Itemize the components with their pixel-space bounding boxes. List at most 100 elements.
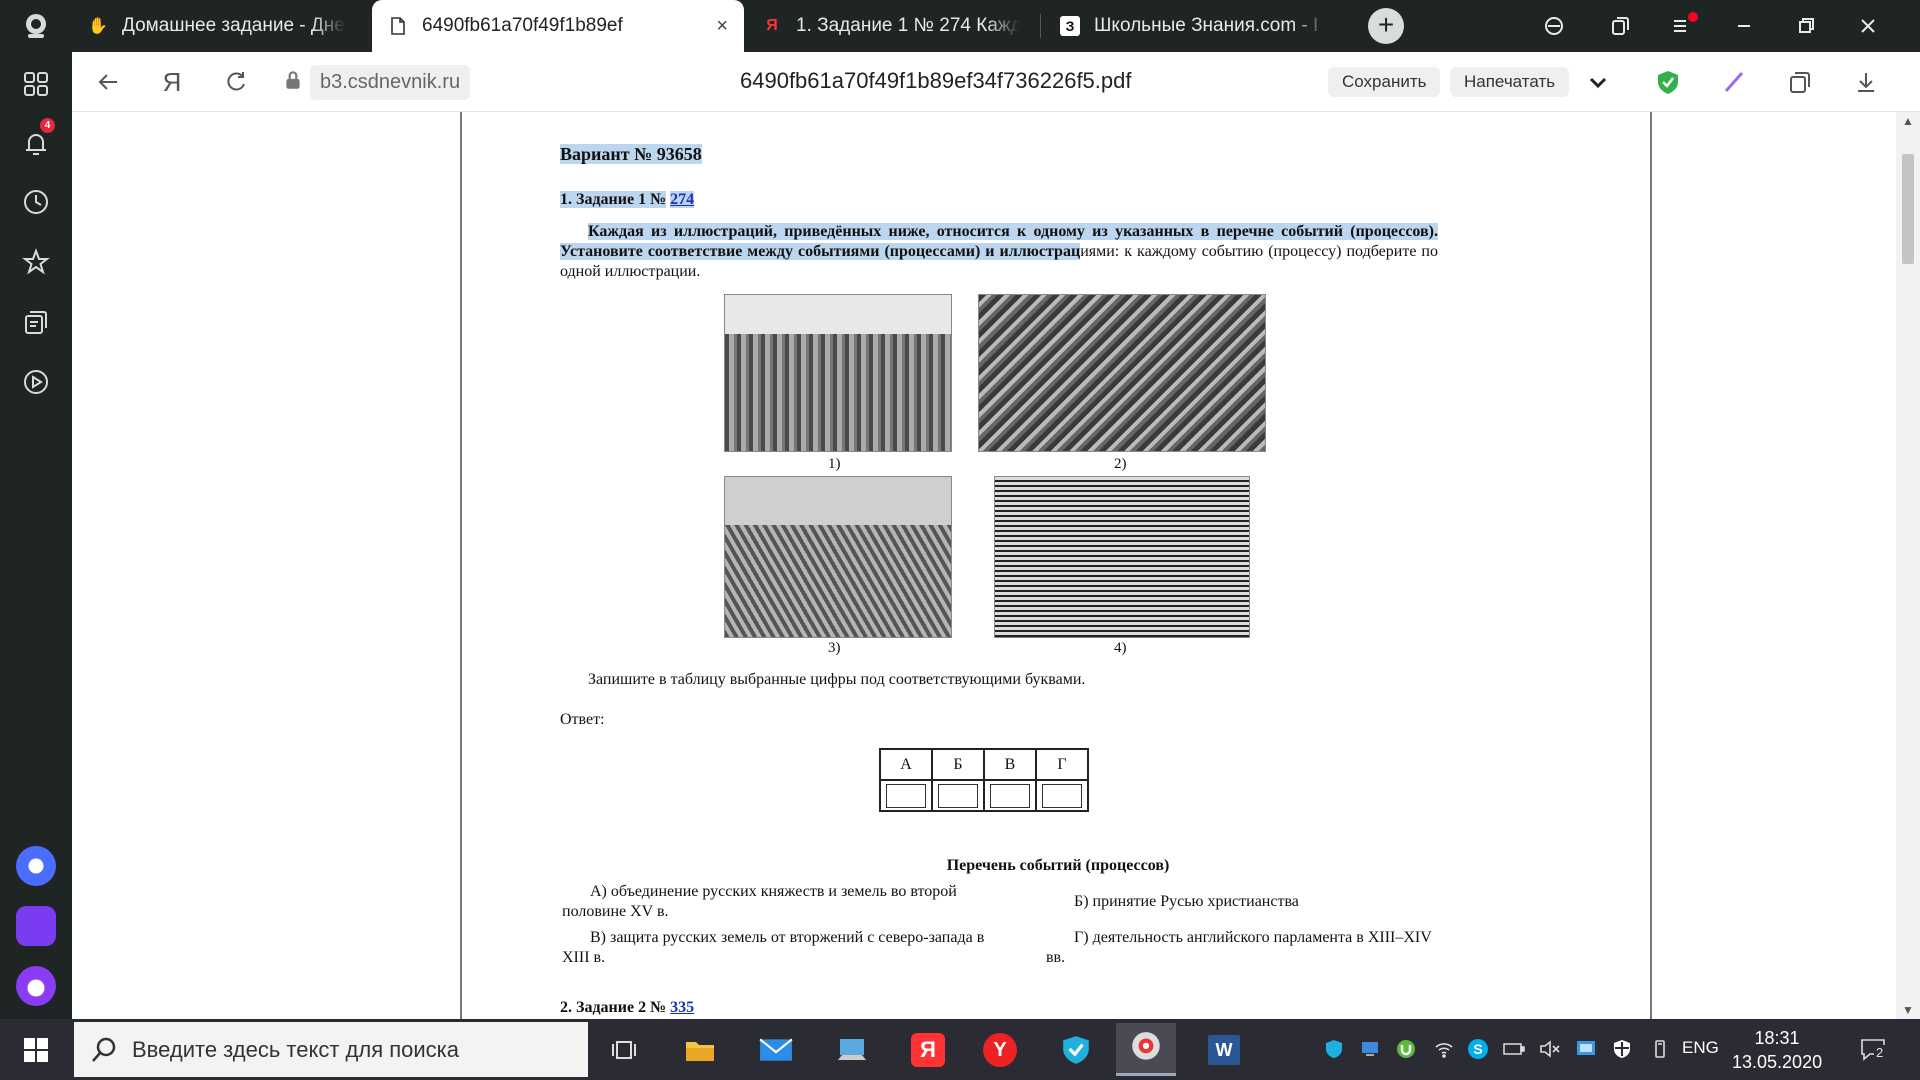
yandex-icon: Я	[766, 17, 778, 34]
address-bar[interactable]: b3.csdnevnik.ru	[282, 64, 471, 100]
tab-znania[interactable]: З Школьные Знания.com - I	[1044, 0, 1344, 52]
variant-title: Вариант № 93658	[560, 144, 702, 164]
yandex-browser-icon[interactable]: Я	[898, 1023, 958, 1076]
tab-dnevnik[interactable]: ✋ Домашнее задание - Дне	[72, 0, 362, 52]
alice-app-icon[interactable]	[16, 846, 56, 886]
answer-box[interactable]	[886, 783, 926, 808]
history-clock-icon[interactable]	[16, 182, 56, 222]
messenger-app-icon[interactable]	[16, 906, 56, 946]
protect-extension-icon[interactable]	[1534, 10, 1574, 42]
variant-title-text: Вариант № 93658	[560, 144, 702, 164]
protect-vpn-icon[interactable]	[1046, 1023, 1106, 1076]
start-button[interactable]	[0, 1019, 72, 1080]
close-window-button[interactable]	[1848, 10, 1888, 42]
scroll-down-arrow-icon[interactable]: ▼	[1902, 1003, 1914, 1017]
protect-shield-icon[interactable]	[1652, 66, 1684, 98]
download-icon[interactable]	[1850, 66, 1882, 98]
network-monitor-tray-icon[interactable]	[1358, 1037, 1382, 1061]
answer-box[interactable]	[990, 783, 1030, 808]
clock[interactable]: 18:31 13.05.2020	[1732, 1026, 1822, 1074]
url-text[interactable]: b3.csdnevnik.ru	[310, 64, 471, 100]
instruction-text: Запишите в таблицу выбранные цифры под с…	[588, 671, 1086, 688]
answer-header-b: Б	[931, 748, 985, 781]
tab-title: Школьные Знания.com - I	[1094, 15, 1319, 36]
pdf-document-title: 6490fb61a70f49f1b89ef34f736226f5.pdf	[740, 68, 1132, 93]
caption-3: 3)	[828, 640, 841, 656]
tab-switcher-icon[interactable]	[1600, 10, 1640, 42]
search-placeholder: Введите здесь текст для поиска	[132, 1036, 460, 1062]
notification-count-badge: 4	[40, 118, 55, 133]
yandex-browser-active-icon[interactable]	[1116, 1023, 1176, 1076]
browser-sidebar: 4	[0, 0, 72, 1019]
alice-assistant-icon[interactable]	[16, 966, 56, 1006]
task-view-icon[interactable]	[594, 1023, 654, 1076]
action-center-icon[interactable]: 2	[1856, 1037, 1892, 1061]
video-play-icon[interactable]	[16, 362, 56, 402]
answer-cell-g[interactable]	[1035, 779, 1089, 812]
action-center-count: 2	[1874, 1045, 1886, 1060]
task2-number-link[interactable]: 335	[670, 999, 694, 1016]
task1-number-link[interactable]: 274	[670, 191, 695, 208]
pdf-viewer: Вариант № 93658 1. Задание 1 № 274 Кажда…	[72, 112, 1920, 1019]
wifi-tray-icon[interactable]	[1432, 1037, 1456, 1061]
pdf-page: Вариант № 93658 1. Задание 1 № 274 Кажда…	[460, 112, 1652, 1019]
yandex-circle-icon[interactable]: Y	[970, 1023, 1030, 1076]
utorrent-tray-icon[interactable]	[1394, 1037, 1418, 1061]
collections-icon[interactable]	[16, 302, 56, 342]
answer-cell-v[interactable]	[983, 779, 1037, 812]
answer-cell-a[interactable]	[879, 779, 933, 812]
save-button[interactable]: Сохранить	[1328, 67, 1441, 97]
tab-pdf[interactable]: 6490fb61a70f49f1b89ef ×	[372, 0, 744, 52]
mail-icon[interactable]	[746, 1023, 806, 1076]
computer-icon[interactable]	[822, 1023, 882, 1076]
tab-close-button[interactable]: ×	[716, 15, 728, 38]
display-tray-icon[interactable]	[1574, 1037, 1598, 1061]
illustration-1	[724, 294, 952, 452]
skype-s-icon: S	[1468, 1039, 1488, 1059]
chevron-down-icon[interactable]	[1582, 66, 1614, 98]
browser-menu-icon[interactable]	[1662, 10, 1702, 42]
notifications-bell-icon[interactable]: 4	[16, 118, 56, 164]
restore-window-button[interactable]	[1786, 10, 1826, 42]
windows-logo-icon	[24, 1037, 48, 1062]
reload-icon[interactable]	[220, 66, 252, 98]
back-arrow-icon[interactable]	[92, 66, 124, 98]
battery-tray-icon[interactable]	[1502, 1037, 1526, 1061]
volume-muted-tray-icon[interactable]	[1538, 1037, 1562, 1061]
print-button[interactable]: Напечатать	[1450, 67, 1570, 97]
answer-header-v: В	[983, 748, 1037, 781]
answer-box[interactable]	[1042, 783, 1082, 808]
clock-time: 18:31	[1754, 1028, 1800, 1048]
yandex-home-icon[interactable]: Я	[156, 66, 188, 98]
new-tab-button[interactable]: +	[1368, 8, 1404, 44]
task2-heading-text: 2. Задание 2 №	[560, 999, 667, 1016]
scroll-thumb[interactable]	[1902, 154, 1914, 264]
tab-task-274[interactable]: Я 1. Задание 1 № 274 Кажд	[746, 0, 1036, 52]
shield-tray-icon[interactable]	[1322, 1037, 1346, 1061]
minimize-window-button[interactable]	[1724, 10, 1764, 42]
skype-tray-icon[interactable]: S	[1466, 1037, 1490, 1061]
input-language-indicator[interactable]: ENG	[1682, 1038, 1719, 1058]
yandex-browser-menu-icon[interactable]	[16, 6, 56, 46]
word-icon[interactable]: W	[1194, 1023, 1254, 1076]
clock-date: 13.05.2020	[1732, 1052, 1823, 1072]
answer-cell-b[interactable]	[931, 779, 985, 812]
answer-box[interactable]	[938, 783, 978, 808]
tab-title: 6490fb61a70f49f1b89ef	[422, 15, 623, 36]
vertical-scrollbar[interactable]: ▲ ▼	[1896, 112, 1920, 1019]
yandex-y-icon: Y	[983, 1032, 1017, 1067]
lock-icon	[282, 69, 304, 96]
defender-tray-icon[interactable]	[1610, 1037, 1634, 1061]
services-grid-icon[interactable]	[16, 64, 56, 104]
usb-device-tray-icon[interactable]	[1648, 1037, 1672, 1061]
pen-annotate-icon[interactable]	[1718, 66, 1750, 98]
taskbar-search-input[interactable]: Введите здесь текст для поиска	[74, 1022, 588, 1077]
yandex-letter-icon: Я	[911, 1032, 945, 1067]
collections-add-icon[interactable]	[1784, 66, 1816, 98]
scroll-up-arrow-icon[interactable]: ▲	[1902, 114, 1914, 128]
bookmarks-star-icon[interactable]	[16, 242, 56, 282]
event-g: Г) деятельность английского парламента в…	[1046, 929, 1432, 966]
task1-heading: 1. Задание 1 № 274	[560, 190, 695, 210]
file-explorer-icon[interactable]	[670, 1023, 730, 1076]
answer-input-row	[879, 779, 1089, 812]
